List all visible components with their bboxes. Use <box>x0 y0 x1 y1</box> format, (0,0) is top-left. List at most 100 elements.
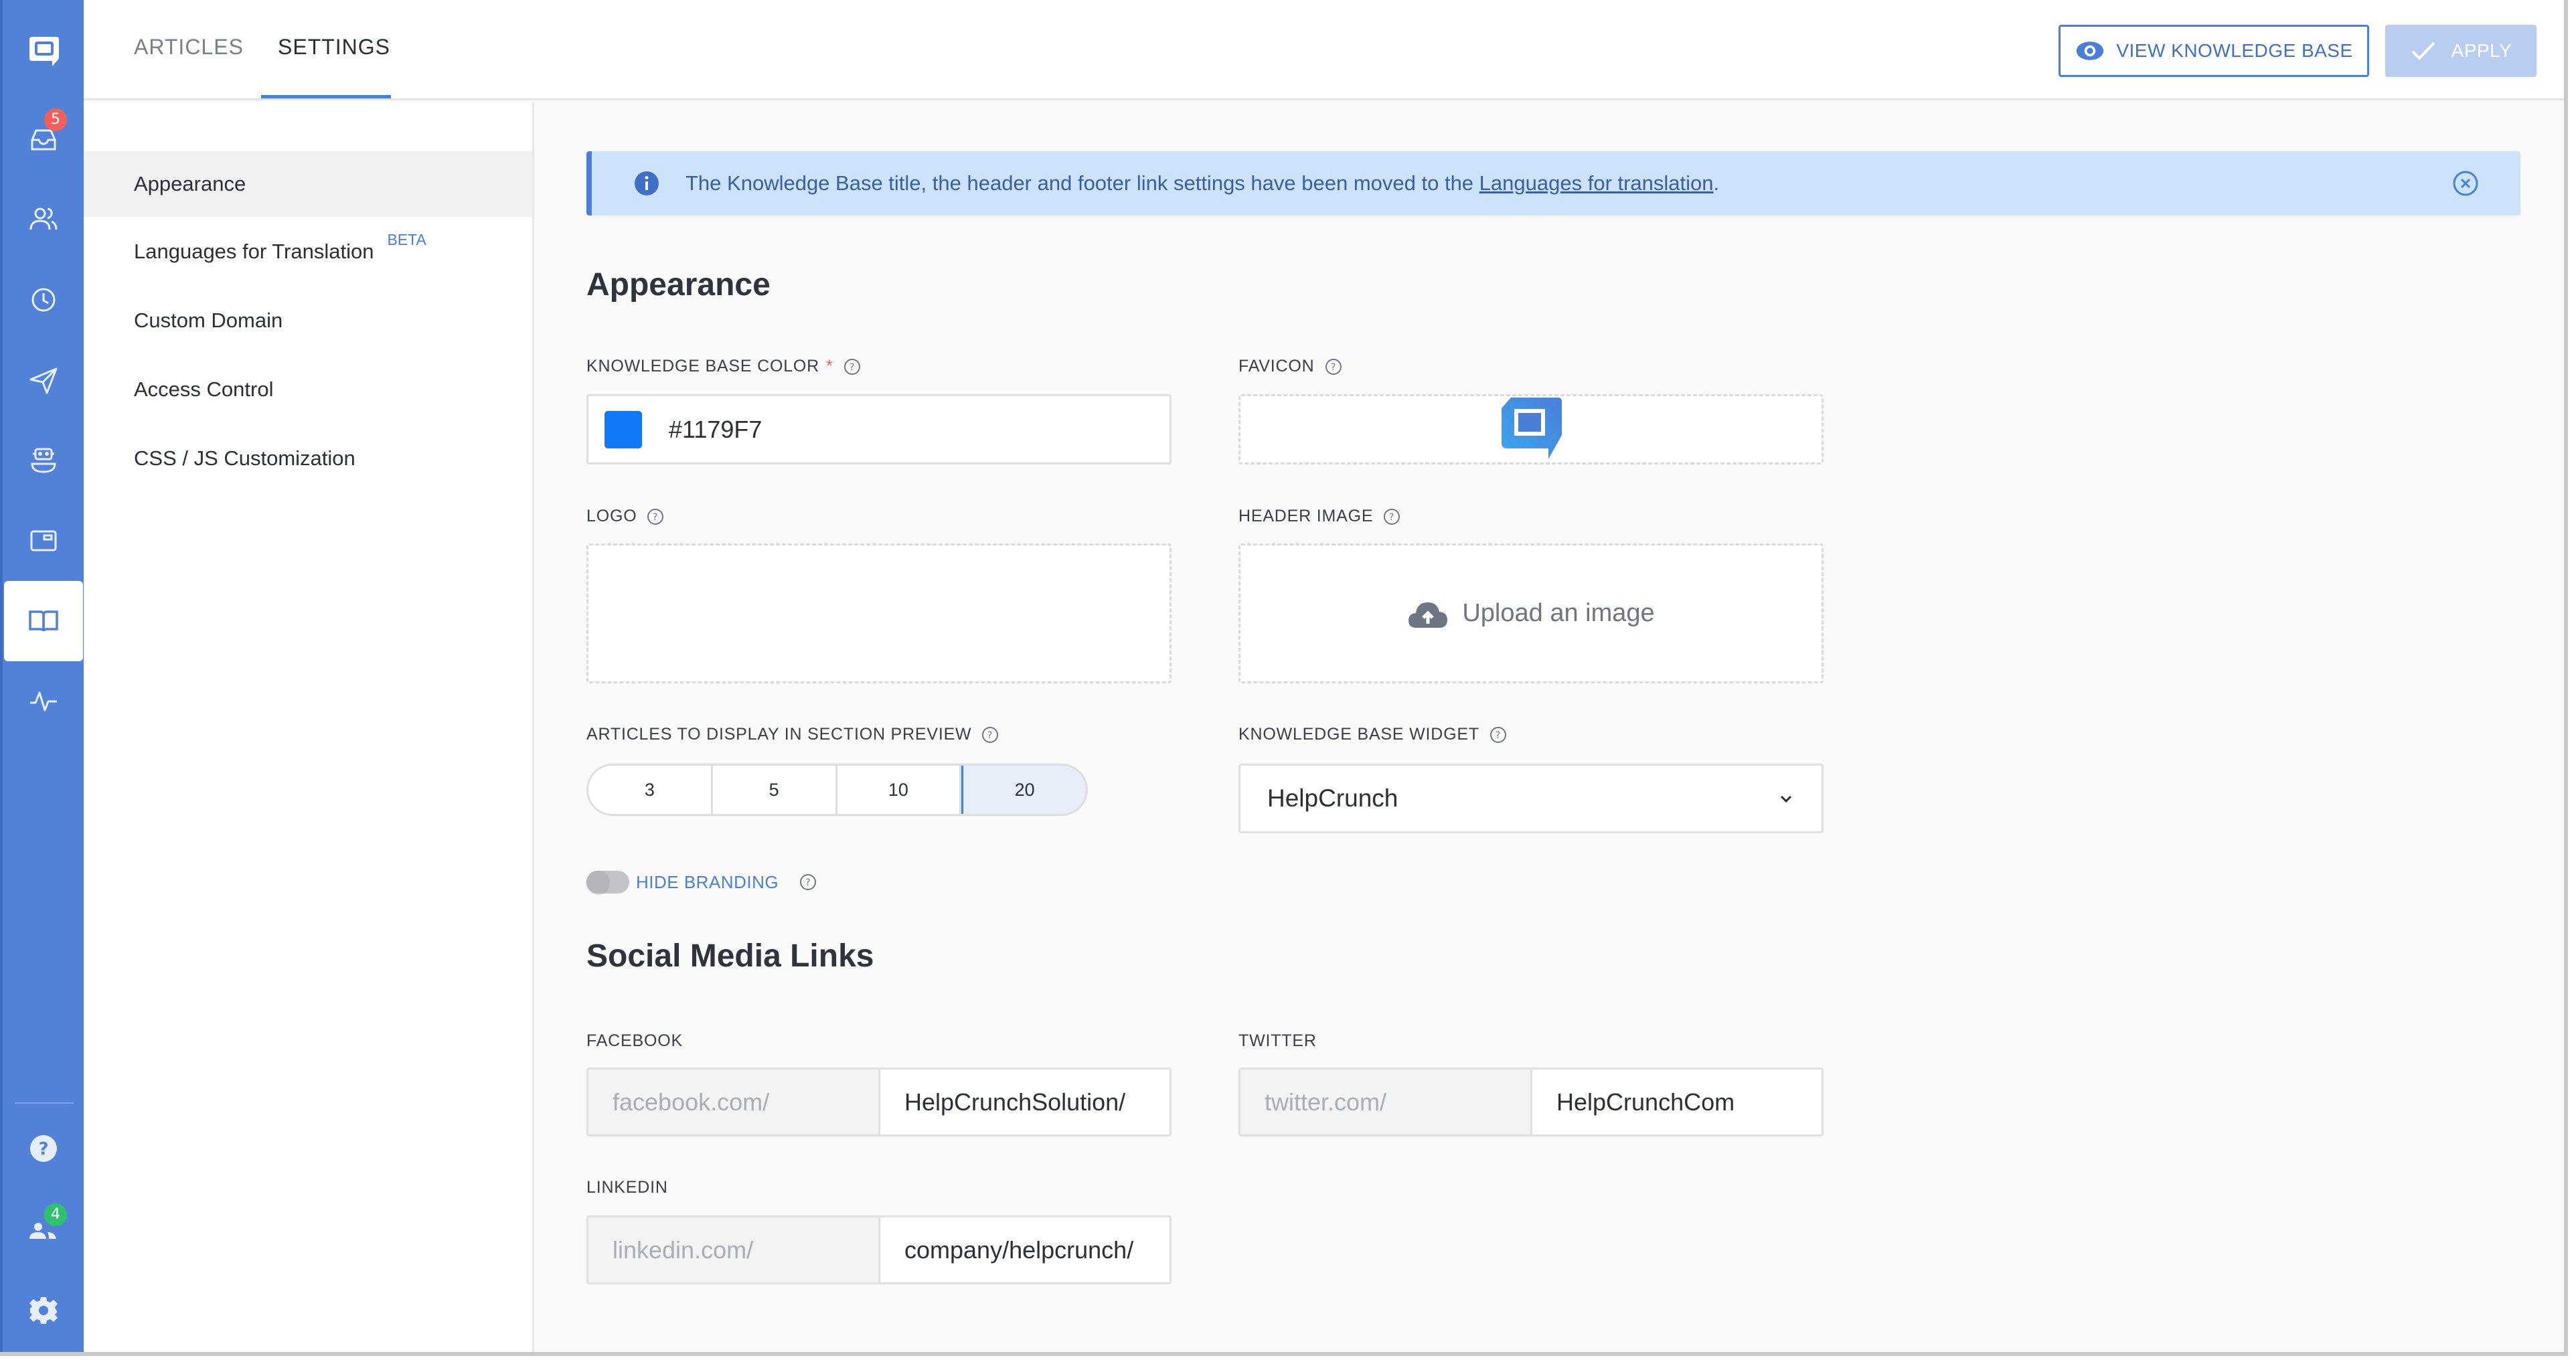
view-knowledge-base-button[interactable]: VIEW KNOWLEDGE BASE <box>2059 25 2369 77</box>
sidebar-item-contacts[interactable] <box>3 187 84 252</box>
header-image-label-text: HEADER IMAGE <box>1238 507 1374 525</box>
help-icon[interactable]: ? <box>1382 507 1401 526</box>
kb-color-label: KNOWLEDGE BASE COLOR * ? <box>586 357 862 376</box>
helpcrunch-logo-icon <box>29 37 59 66</box>
languages-link[interactable]: Languages for translation <box>1479 171 1714 195</box>
help-icon[interactable]: ? <box>646 507 665 526</box>
header-image-label: HEADER IMAGE ? <box>1238 507 1401 526</box>
sidebar-item-campaigns[interactable] <box>3 348 84 412</box>
upload-text: Upload an image <box>1462 599 1655 627</box>
apply-button[interactable]: APPLY <box>2385 25 2537 77</box>
favicon-image <box>1502 398 1562 459</box>
articles-option-10[interactable]: 10 <box>837 766 962 814</box>
help-icon[interactable]: ? <box>1324 357 1343 376</box>
twitter-prefix: twitter.com/ <box>1240 1070 1532 1134</box>
articles-option-20[interactable]: 20 <box>961 766 1086 814</box>
tab-settings[interactable]: SETTINGS <box>278 35 390 60</box>
window-icon <box>30 530 56 551</box>
toggle-knob <box>586 871 609 894</box>
nav-item-label: Appearance <box>134 172 246 195</box>
svg-text:?: ? <box>1330 362 1336 373</box>
nav-item-label: Custom Domain <box>134 309 283 332</box>
color-swatch[interactable] <box>605 410 642 448</box>
linkedin-input: linkedin.com/ company/helpcrunch/ <box>586 1215 1172 1284</box>
sidebar-item-inbox[interactable]: 5 <box>3 107 84 171</box>
banner-message: The Knowledge Base title, the header and… <box>686 171 1719 195</box>
sidebar-item-reports[interactable] <box>3 669 84 734</box>
articles-count-label-text: ARTICLES TO DISPLAY IN SECTION PREVIEW <box>586 725 972 744</box>
hide-branding-row: HIDE BRANDING ? <box>586 871 817 894</box>
svg-text:?: ? <box>987 730 993 741</box>
kb-widget-label: KNOWLEDGE BASE WIDGET ? <box>1238 725 1508 744</box>
help-icon[interactable]: ? <box>843 357 862 376</box>
send-icon <box>29 367 57 394</box>
app-window: 5 ? 4 ARTICLES SETTINGS VIEW KNOWLEDGE B… <box>0 0 2568 1356</box>
nav-item-access-control[interactable]: Access Control <box>84 357 532 422</box>
articles-count-selector: 3 5 10 20 <box>586 764 1088 816</box>
kb-widget-select[interactable]: HelpCrunch <box>1238 764 1824 833</box>
view-knowledge-base-label: VIEW KNOWLEDGE BASE <box>2116 40 2353 61</box>
sidebar-item-team[interactable]: 4 <box>3 1195 84 1260</box>
gear-icon <box>29 1297 58 1324</box>
svg-text:?: ? <box>1389 512 1394 523</box>
inbox-badge: 5 <box>44 108 67 131</box>
nav-item-appearance[interactable]: Appearance <box>84 151 532 217</box>
help-icon[interactable]: ? <box>981 726 999 744</box>
chevron-down-icon <box>1780 795 1792 803</box>
active-tab-indicator <box>261 95 391 98</box>
top-header: ARTICLES SETTINGS VIEW KNOWLEDGE BASE AP… <box>84 0 2564 100</box>
sidebar-item-popups[interactable] <box>3 509 84 573</box>
favicon-label-text: FAVICON <box>1238 357 1315 375</box>
banner-suffix: . <box>1713 171 1720 195</box>
articles-count-label: ARTICLES TO DISPLAY IN SECTION PREVIEW ? <box>586 725 999 744</box>
logo-label: LOGO ? <box>586 507 665 526</box>
svg-text:?: ? <box>805 877 810 888</box>
nav-item-label: Languages for Translation <box>134 240 374 263</box>
team-badge: 4 <box>44 1203 67 1226</box>
twitter-input: twitter.com/ HelpCrunchCom <box>1238 1068 1824 1136</box>
header-image-dropzone[interactable]: Upload an image <box>1238 543 1824 683</box>
facebook-value[interactable]: HelpCrunchSolution/ <box>880 1070 1170 1134</box>
articles-option-5[interactable]: 5 <box>713 766 837 814</box>
twitter-label: TWITTER <box>1238 1031 1317 1050</box>
twitter-value[interactable]: HelpCrunchCom <box>1532 1070 1822 1134</box>
users-icon <box>29 207 57 230</box>
hide-branding-label[interactable]: HIDE BRANDING <box>636 872 779 893</box>
apply-label: APPLY <box>2451 40 2512 61</box>
help-icon[interactable]: ? <box>1489 726 1508 744</box>
close-icon[interactable] <box>2451 169 2480 198</box>
articles-option-3[interactable]: 3 <box>588 766 713 814</box>
kb-color-label-text: KNOWLEDGE BASE COLOR <box>586 357 820 375</box>
sidebar-item-settings[interactable] <box>3 1278 84 1343</box>
tab-articles[interactable]: ARTICLES <box>134 35 244 60</box>
required-marker: * <box>826 357 833 375</box>
sidebar-item-help[interactable]: ? <box>3 1116 84 1181</box>
sidebar-item-chatbot[interactable] <box>3 428 84 493</box>
nav-item-languages[interactable]: Languages for Translation BETA <box>84 219 532 284</box>
favicon-dropzone[interactable] <box>1238 394 1824 464</box>
banner-text: The Knowledge Base title, the header and… <box>686 171 1479 195</box>
beta-badge: BETA <box>387 230 426 248</box>
kb-color-input[interactable]: #1179F7 <box>586 394 1172 464</box>
sidebar-item-history[interactable] <box>3 268 84 332</box>
facebook-label: FACEBOOK <box>586 1031 683 1050</box>
help-icon[interactable]: ? <box>799 873 817 891</box>
book-open-icon <box>29 610 58 632</box>
logo-dropzone[interactable] <box>586 543 1172 683</box>
kb-widget-value: HelpCrunch <box>1267 784 1398 812</box>
info-icon <box>635 171 659 195</box>
activity-icon <box>29 691 57 711</box>
sidebar-divider <box>15 1102 74 1104</box>
svg-text:?: ? <box>1496 730 1501 741</box>
nav-item-custom-domain[interactable]: Custom Domain <box>84 288 532 353</box>
sidebar-logo[interactable] <box>3 19 84 83</box>
linkedin-label: LINKEDIN <box>586 1178 668 1197</box>
svg-text:?: ? <box>38 1139 48 1159</box>
eye-icon <box>2077 41 2104 60</box>
linkedin-value[interactable]: company/helpcrunch/ <box>880 1217 1170 1282</box>
appearance-title: Appearance <box>586 267 771 303</box>
hide-branding-toggle[interactable] <box>586 871 629 894</box>
help-circle-icon: ? <box>29 1135 57 1162</box>
nav-item-css-js[interactable]: CSS / JS Customization <box>84 426 532 491</box>
sidebar-item-knowledge-base[interactable] <box>4 581 83 661</box>
